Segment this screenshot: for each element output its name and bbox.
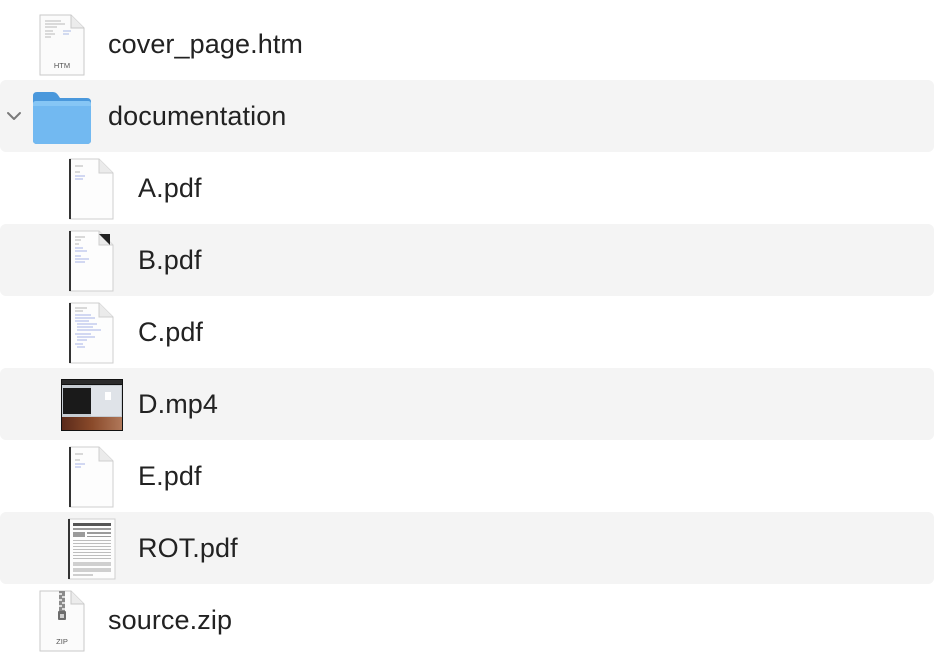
file-name: D.mp4 <box>138 389 219 419</box>
pdf-file-icon <box>61 302 123 364</box>
pdf-file-icon <box>61 230 123 292</box>
file-name: source.zip <box>108 605 233 635</box>
file-list: HTM cover_page.htm documentation A.pdf B… <box>0 0 934 656</box>
pdf-file-icon <box>61 158 123 220</box>
file-name: A.pdf <box>138 173 202 203</box>
file-row-cover-page[interactable]: HTM cover_page.htm <box>0 8 934 80</box>
file-row-b-pdf[interactable]: B.pdf <box>0 224 934 296</box>
file-row-c-pdf[interactable]: C.pdf <box>0 296 934 368</box>
file-name: ROT.pdf <box>138 533 238 563</box>
video-thumbnail-icon <box>61 374 123 436</box>
folder-name: documentation <box>108 101 287 131</box>
file-row-rot-pdf[interactable]: ROT.pdf <box>0 512 934 584</box>
file-row-a-pdf[interactable]: A.pdf <box>0 152 934 224</box>
chevron-down-icon[interactable] <box>4 106 24 126</box>
file-name: C.pdf <box>138 317 204 347</box>
file-row-e-pdf[interactable]: E.pdf <box>0 440 934 512</box>
pdf-file-icon <box>61 446 123 508</box>
folder-row-documentation[interactable]: documentation <box>0 80 934 152</box>
file-type-badge: ZIP <box>56 637 68 646</box>
html-file-icon: HTM <box>31 14 93 76</box>
file-type-badge: HTM <box>54 61 70 70</box>
file-row-source-zip[interactable]: ZIP source.zip <box>0 584 934 656</box>
file-name: B.pdf <box>138 245 202 275</box>
file-name: E.pdf <box>138 461 202 491</box>
file-row-d-mp4[interactable]: D.mp4 <box>0 368 934 440</box>
folder-icon <box>31 86 93 148</box>
file-name: cover_page.htm <box>108 29 304 59</box>
zip-file-icon: ZIP <box>31 590 93 652</box>
pdf-file-icon <box>61 518 123 580</box>
